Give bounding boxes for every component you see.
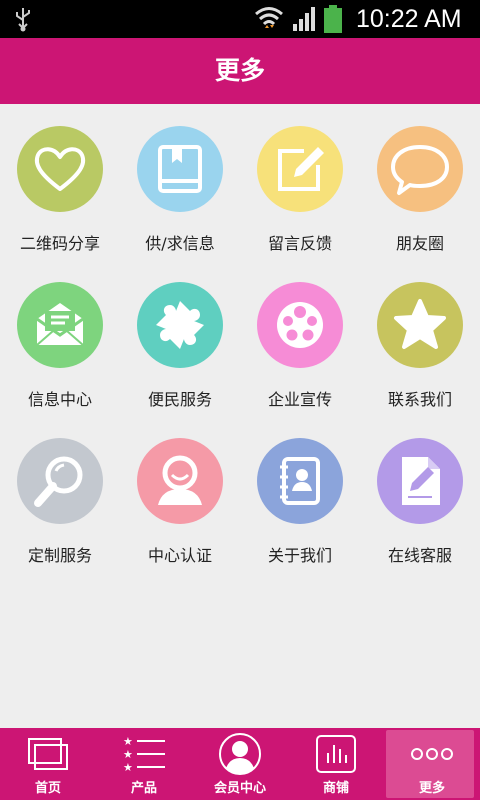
document-edit-icon (377, 438, 463, 524)
shop-chart-icon (288, 732, 384, 776)
grid-item-label: 在线客服 (387, 546, 452, 565)
magnifier-icon (17, 438, 103, 524)
tab-label: 首页 (34, 781, 61, 796)
bottom-tab-bar: 首页 ★ ★ ★ 产品 会员中心 商铺 更多 (0, 728, 480, 800)
tab-label: 商铺 (322, 781, 349, 796)
product-list-icon: ★ ★ ★ (96, 732, 192, 776)
grid-item-label: 关于我们 (267, 546, 332, 565)
chat-bubble-icon (377, 126, 463, 212)
grid-item-label: 留言反馈 (267, 234, 332, 253)
svg-text:★: ★ (123, 748, 133, 761)
envelope-icon (17, 282, 103, 368)
page-title: 更多 (214, 56, 265, 85)
tab-label: 更多 (418, 781, 445, 796)
grid-item-supply-demand[interactable]: 供/求信息 (120, 120, 240, 270)
grid-item-convenience[interactable]: 便民服务 (120, 276, 240, 426)
contacts-book-icon (257, 438, 343, 524)
grid-item-feedback[interactable]: 留言反馈 (240, 120, 360, 270)
grid-item-promotion[interactable]: 企业宣传 (240, 276, 360, 426)
puzzle-icon (137, 282, 223, 368)
home-pages-icon (0, 732, 96, 776)
film-reel-icon (257, 282, 343, 368)
title-bar: 更多 (0, 38, 480, 104)
more-dots-icon (384, 732, 480, 776)
star-icon (377, 282, 463, 368)
grid-item-label: 定制服务 (27, 546, 92, 565)
grid-item-label: 二维码分享 (19, 234, 100, 253)
tab-shop[interactable]: 商铺 (288, 728, 384, 800)
signal-icon (292, 5, 318, 37)
tab-products[interactable]: ★ ★ ★ 产品 (96, 728, 192, 800)
status-time: 10:22 AM (356, 5, 462, 33)
heart-icon (17, 126, 103, 212)
tab-member-center[interactable]: 会员中心 (192, 728, 288, 800)
usb-icon (14, 6, 32, 36)
tab-more[interactable]: 更多 (384, 728, 480, 800)
grid-item-label: 联系我们 (387, 390, 452, 409)
wifi-icon (254, 5, 284, 37)
book-icon (137, 126, 223, 212)
grid-item-message-center[interactable]: 信息中心 (0, 276, 120, 426)
edit-note-icon (257, 126, 343, 212)
grid-item-label: 便民服务 (147, 390, 212, 409)
grid-item-qr-share[interactable]: 二维码分享 (0, 120, 120, 270)
svg-text:★: ★ (123, 761, 133, 774)
grid-item-label: 朋友圈 (395, 234, 444, 253)
user-icon (137, 438, 223, 524)
grid-item-custom-service[interactable]: 定制服务 (0, 432, 120, 582)
grid-item-label: 中心认证 (147, 546, 212, 565)
tab-label: 产品 (130, 781, 157, 796)
member-icon (192, 732, 288, 776)
grid-item-about-us[interactable]: 关于我们 (240, 432, 360, 582)
grid-item-contact-us[interactable]: 联系我们 (360, 276, 480, 426)
grid-item-label: 信息中心 (27, 390, 92, 409)
tab-label: 会员中心 (213, 781, 266, 796)
svg-text:★: ★ (123, 735, 133, 748)
tab-home[interactable]: 首页 (0, 728, 96, 800)
grid-item-label: 企业宣传 (267, 390, 332, 409)
grid-item-label: 供/求信息 (145, 234, 215, 253)
grid-item-moments[interactable]: 朋友圈 (360, 120, 480, 270)
status-bar: 10:22 AM (0, 0, 480, 38)
battery-icon (322, 4, 344, 38)
grid-item-online-service[interactable]: 在线客服 (360, 432, 480, 582)
grid-item-certification[interactable]: 中心认证 (120, 432, 240, 582)
